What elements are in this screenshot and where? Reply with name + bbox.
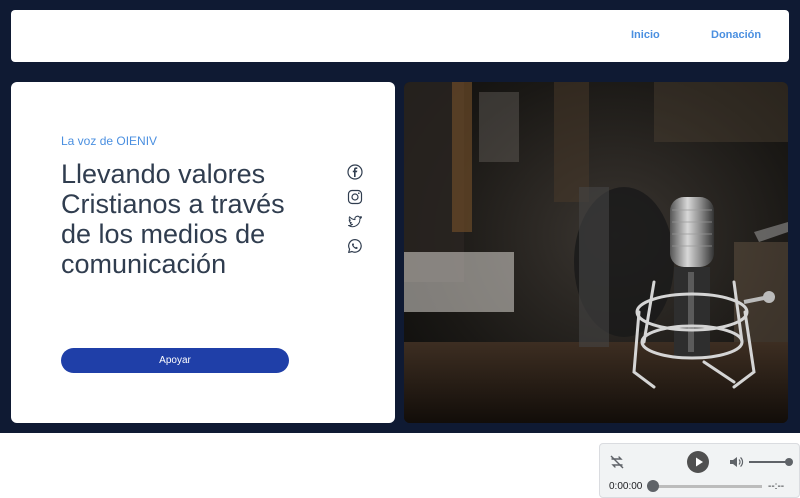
nav-link-inicio[interactable]: Inicio [631, 29, 660, 41]
nav-link-donacion[interactable]: Donación [711, 29, 761, 41]
facebook-icon[interactable] [346, 163, 364, 181]
seek-bar-handle[interactable] [647, 480, 659, 492]
microphone-photo [404, 82, 788, 423]
hero-headline: Llevando valores Cristianos a través de … [61, 159, 285, 279]
twitter-icon[interactable] [346, 213, 364, 231]
volume-slider-handle[interactable] [785, 458, 793, 466]
audio-player: 0:00:00 --:-- [599, 443, 800, 498]
navbar: Inicio Donación [11, 10, 789, 62]
instagram-icon[interactable] [346, 188, 364, 206]
seek-bar[interactable] [654, 485, 762, 488]
current-time: 0:00:00 [609, 481, 643, 492]
apoyar-button[interactable]: Apoyar [61, 348, 289, 373]
hero-eyebrow: La voz de OIENIV [61, 134, 158, 148]
repeat-off-icon[interactable] [608, 453, 626, 471]
volume-icon[interactable] [728, 454, 744, 470]
hero-card: La voz de OIENIV Llevando valores Cristi… [11, 82, 395, 423]
duration: --:-- [768, 481, 785, 492]
play-button[interactable] [687, 451, 709, 473]
whatsapp-icon[interactable] [346, 237, 364, 255]
